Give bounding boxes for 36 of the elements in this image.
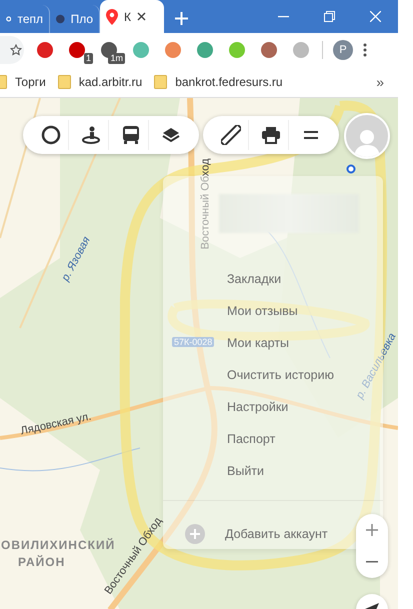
bookmark-link[interactable]: kad.arbitr.ru bbox=[58, 75, 142, 89]
road-number-label: 57К-0028 bbox=[172, 337, 214, 347]
plus-icon[interactable] bbox=[174, 12, 188, 24]
star-icon[interactable] bbox=[10, 44, 22, 56]
district-label: РАЙОН bbox=[18, 555, 66, 569]
plus-icon bbox=[185, 524, 205, 544]
menu-item[interactable]: Мои карты bbox=[227, 327, 290, 360]
extension-icon[interactable] bbox=[36, 41, 54, 59]
menu-item[interactable]: Паспорт bbox=[227, 422, 276, 455]
menu-item[interactable]: Мои отзывы bbox=[227, 295, 298, 328]
browser-tab[interactable]: К bbox=[100, 0, 164, 33]
more-menu-icon[interactable] bbox=[363, 43, 367, 57]
address-bar[interactable] bbox=[0, 36, 24, 64]
bookmark-link[interactable]: bankrot.fedresurs.ru bbox=[154, 75, 283, 89]
folder-icon bbox=[154, 75, 168, 89]
add-account-item[interactable]: Добавить аккаунт bbox=[185, 519, 328, 550]
folder-icon bbox=[58, 75, 71, 89]
close-icon[interactable] bbox=[137, 12, 146, 21]
restore-icon[interactable] bbox=[324, 11, 334, 22]
street-label: Восточный Обход bbox=[199, 158, 212, 250]
menu-item[interactable]: Закладки bbox=[227, 263, 282, 296]
bookmark-link[interactable]: Торги bbox=[0, 75, 46, 89]
profile-avatar[interactable]: P bbox=[333, 40, 353, 60]
bookmarks-overflow[interactable]: » bbox=[376, 74, 384, 90]
menu-item[interactable]: Выйти bbox=[227, 454, 264, 486]
minus-icon bbox=[366, 561, 378, 563]
extension-icon[interactable] bbox=[260, 41, 278, 59]
map-pin-icon bbox=[106, 8, 118, 24]
street-label: Лядовская ул. bbox=[20, 410, 92, 438]
extension-icon[interactable] bbox=[68, 41, 86, 59]
extension-badge: 1 bbox=[84, 53, 93, 64]
plus-icon bbox=[366, 524, 378, 536]
minimize-icon[interactable] bbox=[278, 16, 288, 18]
menu-item[interactable]: Настройки bbox=[227, 390, 288, 423]
extension-badge: 1m bbox=[108, 53, 125, 64]
menu-item[interactable]: Очистить историю bbox=[227, 359, 334, 391]
